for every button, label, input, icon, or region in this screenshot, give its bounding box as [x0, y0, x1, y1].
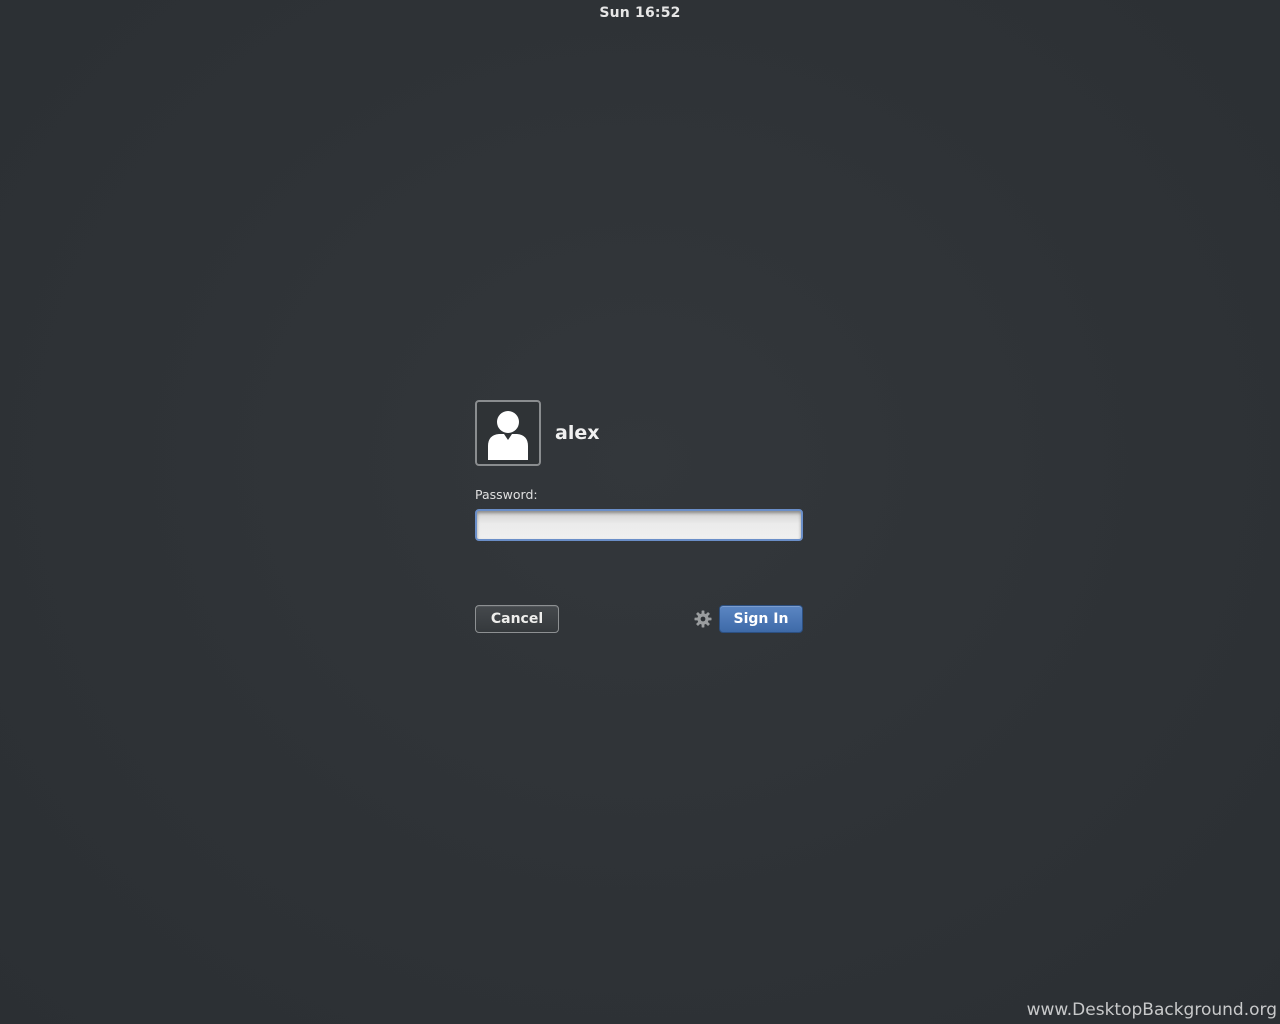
login-dialog: alex Password: Cancel Sign In: [475, 400, 803, 633]
user-name: alex: [555, 422, 600, 444]
gear-icon[interactable]: [693, 609, 713, 629]
sign-in-button[interactable]: Sign In: [719, 605, 803, 633]
user-avatar: [475, 400, 541, 466]
user-row: alex: [475, 400, 803, 466]
user-silhouette-icon: [488, 411, 528, 460]
button-row: Cancel Sign In: [475, 605, 803, 633]
password-label: Password:: [475, 487, 538, 502]
watermark-text: www.DesktopBackground.org: [1026, 1000, 1277, 1020]
cancel-button[interactable]: Cancel: [475, 605, 559, 633]
password-input[interactable]: [475, 509, 803, 541]
top-bar-clock[interactable]: Sun 16:52: [0, 5, 1280, 21]
